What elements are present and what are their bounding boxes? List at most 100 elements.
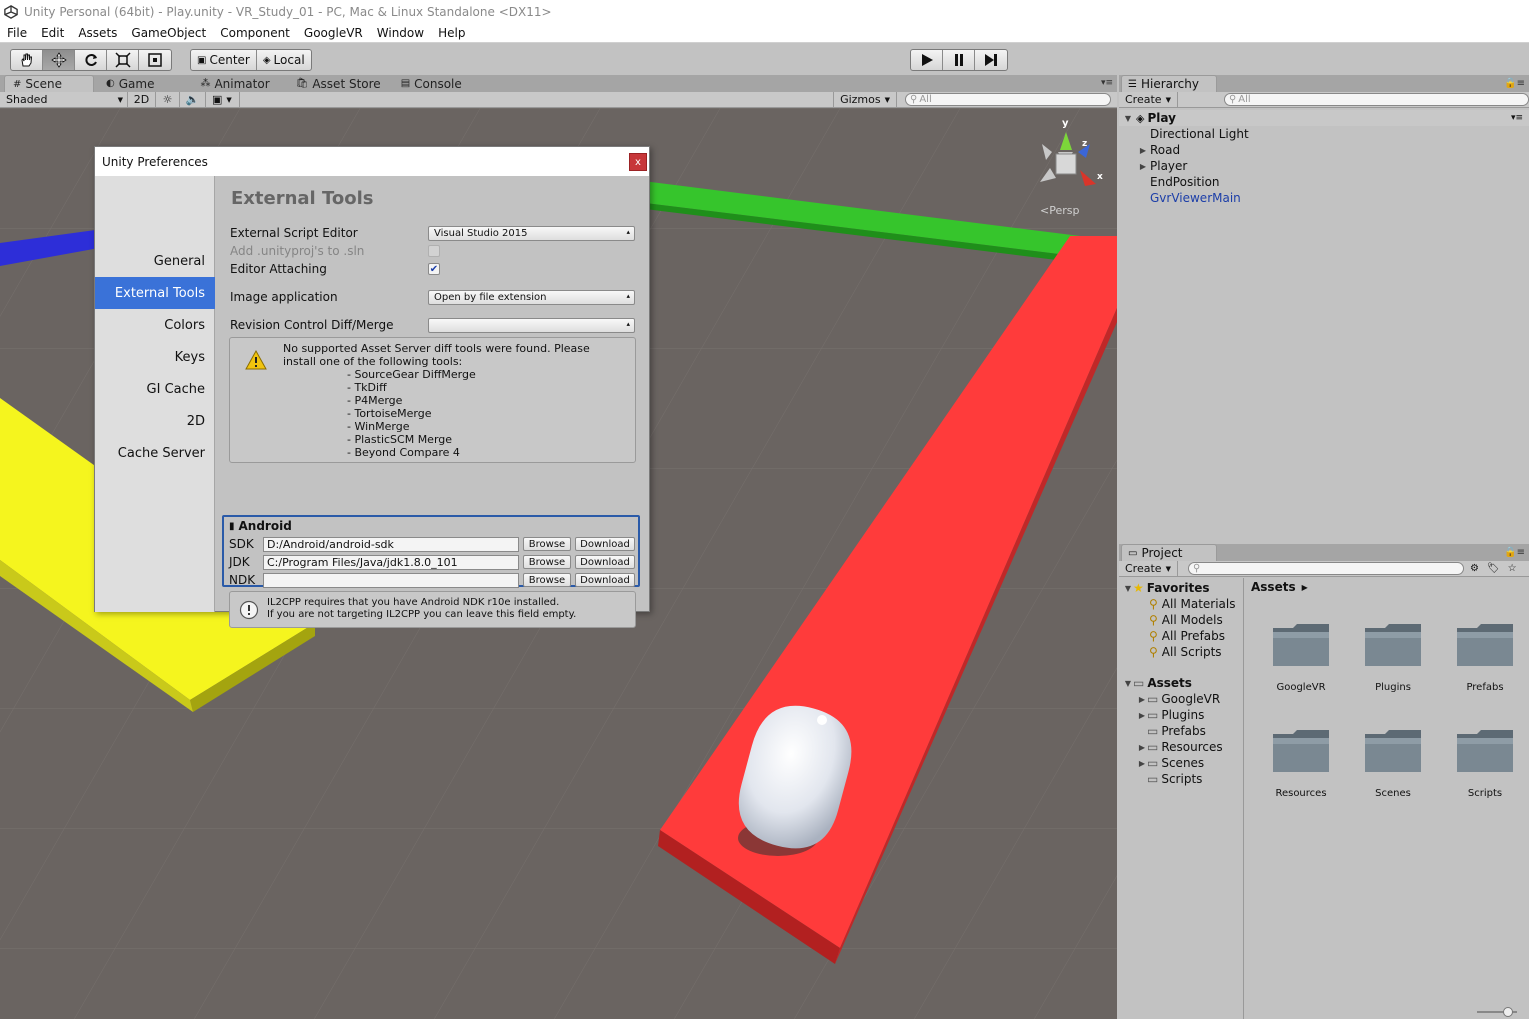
- favorite-item[interactable]: ⚲ All Materials: [1119, 596, 1243, 612]
- sdk-browse-button[interactable]: Browse: [523, 537, 571, 551]
- rect-tool-button[interactable]: [139, 50, 171, 70]
- menu-window[interactable]: Window: [370, 26, 431, 40]
- menu-assets[interactable]: Assets: [71, 26, 124, 40]
- slider-thumb[interactable]: [1503, 1007, 1513, 1017]
- tab-animator[interactable]: ⁂ Animator: [192, 75, 277, 92]
- lighting-toggle[interactable]: ☼: [156, 92, 180, 107]
- search-by-type-icon[interactable]: ⚙: [1470, 563, 1479, 574]
- image-app-dropdown[interactable]: Open by file extension ▴: [428, 289, 635, 305]
- play-button[interactable]: [911, 50, 943, 70]
- section-colors[interactable]: Colors: [95, 309, 215, 341]
- asset-folder-item[interactable]: ▶ ▭ GoogleVR: [1119, 691, 1243, 707]
- jdk-path-field[interactable]: C:/Program Files/Java/jdk1.8.0_101: [263, 554, 519, 570]
- expand-arrow-icon[interactable]: ▶: [1138, 146, 1148, 155]
- scale-tool-button[interactable]: [107, 50, 139, 70]
- expand-arrow-icon[interactable]: ▶: [1137, 695, 1147, 704]
- asset-folder-item[interactable]: ▶ ▭ Scenes: [1119, 755, 1243, 771]
- search-by-label-icon[interactable]: 🏷: [1487, 563, 1500, 574]
- asset-folder-item[interactable]: ▭ Prefabs: [1119, 723, 1243, 739]
- expand-arrow-icon[interactable]: ▼: [1123, 114, 1133, 123]
- menu-component[interactable]: Component: [213, 26, 297, 40]
- tab-asset-store[interactable]: 🛍 Asset Store: [288, 75, 389, 92]
- folder-tile[interactable]: Scripts: [1445, 726, 1525, 799]
- hand-tool-button[interactable]: [11, 50, 43, 70]
- menu-edit[interactable]: Edit: [34, 26, 71, 40]
- folder-tile[interactable]: Plugins: [1353, 620, 1433, 693]
- folder-tile[interactable]: GoogleVR: [1261, 620, 1341, 693]
- asset-folder-item[interactable]: ▶ ▭ Plugins: [1119, 707, 1243, 723]
- tab-hierarchy[interactable]: ☰ Hierarchy: [1121, 75, 1217, 92]
- breadcrumb-label[interactable]: Assets: [1251, 580, 1296, 594]
- scene-menu-icon[interactable]: ▾≡: [1511, 113, 1523, 123]
- expand-arrow-icon[interactable]: ▶: [1138, 162, 1148, 171]
- hierarchy-search-input[interactable]: ⚲ All: [1223, 93, 1529, 106]
- section-keys[interactable]: Keys: [95, 341, 215, 373]
- hierarchy-item[interactable]: Directional Light: [1119, 126, 1529, 142]
- assets-header[interactable]: ▼ ▭ Assets: [1119, 675, 1243, 691]
- hierarchy-item[interactable]: EndPosition: [1119, 174, 1529, 190]
- favorite-item[interactable]: ⚲ All Models: [1119, 612, 1243, 628]
- section-cache-server[interactable]: Cache Server: [95, 437, 215, 469]
- scene-root-row[interactable]: ▼ ◈ Play ▾≡: [1119, 110, 1529, 126]
- shading-mode-dropdown[interactable]: Shaded ▼: [0, 92, 128, 107]
- folder-tile[interactable]: Prefabs: [1445, 620, 1525, 693]
- scene-search-input[interactable]: ⚲ All: [905, 93, 1111, 106]
- jdk-download-button[interactable]: Download: [575, 555, 635, 569]
- revision-control-dropdown[interactable]: ▴: [428, 317, 635, 333]
- ndk-download-button[interactable]: Download: [575, 573, 635, 587]
- audio-toggle[interactable]: 🔈: [180, 92, 206, 107]
- expand-arrow-icon[interactable]: ▼: [1123, 584, 1133, 593]
- move-tool-button[interactable]: [43, 50, 75, 70]
- pivot-rotation-button[interactable]: ◈ Local: [257, 50, 311, 70]
- expand-arrow-icon[interactable]: ▶: [1137, 759, 1147, 768]
- hierarchy-item[interactable]: ▶ Player: [1119, 158, 1529, 174]
- icon-size-slider[interactable]: [1477, 1007, 1517, 1017]
- gizmos-dropdown[interactable]: Gizmos ▼: [833, 92, 897, 107]
- lock-icon[interactable]: 🔒≡: [1504, 78, 1525, 89]
- effects-dropdown[interactable]: ▣ ▼: [206, 92, 240, 107]
- favorites-header[interactable]: ▼ ★ Favorites: [1119, 580, 1243, 596]
- tab-game[interactable]: ◐ Game: [98, 75, 162, 92]
- lock-icon[interactable]: 🔒≡: [1504, 547, 1525, 558]
- section-gi-cache[interactable]: GI Cache: [95, 373, 215, 405]
- hierarchy-item[interactable]: GvrViewerMain: [1119, 190, 1529, 206]
- favorite-item[interactable]: ⚲ All Scripts: [1119, 644, 1243, 660]
- sdk-path-field[interactable]: D:/Android/android-sdk: [263, 536, 519, 552]
- close-button[interactable]: x: [629, 153, 647, 171]
- favorite-star-icon[interactable]: ☆: [1508, 563, 1517, 574]
- step-button[interactable]: [975, 50, 1007, 70]
- section-2d[interactable]: 2D: [95, 405, 215, 437]
- ndk-browse-button[interactable]: Browse: [523, 573, 571, 587]
- hierarchy-create-button[interactable]: Create ▼: [1119, 92, 1178, 107]
- menu-file[interactable]: File: [0, 26, 34, 40]
- menu-gameobject[interactable]: GameObject: [124, 26, 213, 40]
- pivot-mode-button[interactable]: ▣ Center: [191, 50, 257, 70]
- jdk-browse-button[interactable]: Browse: [523, 555, 571, 569]
- expand-arrow-icon[interactable]: ▶: [1137, 711, 1147, 720]
- asset-folder-item[interactable]: ▭ Scripts: [1119, 771, 1243, 787]
- hierarchy-item[interactable]: ▶ Road: [1119, 142, 1529, 158]
- panel-menu-icon[interactable]: ▾≡: [1101, 78, 1113, 88]
- menu-googlevr[interactable]: GoogleVR: [297, 26, 370, 40]
- projection-label[interactable]: <Persp: [1040, 204, 1079, 217]
- sdk-download-button[interactable]: Download: [575, 537, 635, 551]
- project-search-input[interactable]: ⚲: [1187, 562, 1464, 575]
- tab-console[interactable]: ▤ Console: [393, 75, 470, 92]
- rotate-tool-button[interactable]: [75, 50, 107, 70]
- script-editor-dropdown[interactable]: Visual Studio 2015 ▴: [428, 225, 635, 241]
- expand-arrow-icon[interactable]: ▶: [1137, 743, 1147, 752]
- tab-project[interactable]: ▭ Project: [1121, 544, 1217, 561]
- editor-attaching-checkbox[interactable]: ✔: [428, 263, 440, 275]
- project-create-button[interactable]: Create ▼: [1119, 561, 1178, 576]
- folder-tile[interactable]: Scenes: [1353, 726, 1433, 799]
- ndk-path-field[interactable]: [263, 572, 519, 588]
- expand-arrow-icon[interactable]: ▼: [1123, 679, 1133, 688]
- 2d-toggle[interactable]: 2D: [128, 92, 156, 107]
- tab-scene[interactable]: # Scene: [4, 75, 94, 92]
- pause-button[interactable]: [943, 50, 975, 70]
- favorite-item[interactable]: ⚲ All Prefabs: [1119, 628, 1243, 644]
- section-general[interactable]: General: [95, 245, 215, 277]
- folder-tile[interactable]: Resources: [1261, 726, 1341, 799]
- section-external-tools[interactable]: External Tools: [95, 277, 215, 309]
- menu-help[interactable]: Help: [431, 26, 472, 40]
